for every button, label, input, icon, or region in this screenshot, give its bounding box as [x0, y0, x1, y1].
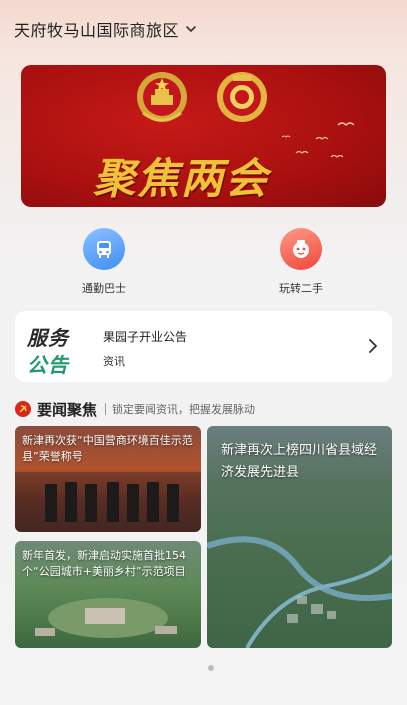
cppcc-emblem-icon: [217, 72, 267, 122]
pagination-dot[interactable]: [208, 665, 214, 671]
location-selector[interactable]: 天府牧马山国际商旅区: [14, 14, 197, 44]
banner-carousel[interactable]: 聚焦两会: [21, 65, 386, 207]
quick-action-label: 通勤巴士: [82, 282, 126, 295]
news-card[interactable]: 新年首发，新津启动实施首批154个“公园城市+美丽乡村”示范项目: [15, 541, 201, 648]
news-photo: [207, 536, 392, 648]
location-title: 天府牧马山国际商旅区: [14, 21, 180, 40]
news-headline: 新津再次上榜四川省县域经济发展先进县: [221, 443, 378, 480]
divider: [105, 403, 107, 415]
mascot-icon: [280, 228, 322, 270]
notice-title: 果园子开业公告: [103, 330, 188, 344]
banner-headline: 聚焦两会: [93, 154, 270, 203]
news-headline: 新津再次获“中国营商环境百佳示范县”荣誉称号: [22, 434, 193, 463]
quick-action-commute-bus[interactable]: 通勤巴士: [59, 228, 149, 296]
national-emblem-icon: [137, 72, 187, 122]
news-card[interactable]: 新津再次获“中国营商环境百佳示范县”荣誉称号: [15, 426, 201, 532]
birds-decoration: [281, 122, 355, 158]
logo-line-1: 服务: [27, 326, 69, 350]
quick-action-label: 玩转二手: [279, 282, 323, 295]
news-section-header: 要闻聚焦 锁定要闻资讯，把握发展脉动: [15, 398, 255, 420]
notice-category: 资讯: [103, 355, 125, 368]
bus-icon: [83, 228, 125, 270]
quick-action-second-hand[interactable]: 玩转二手: [256, 228, 346, 296]
party-emblem-icon: [15, 401, 31, 417]
section-subtitle: 锁定要闻资讯，把握发展脉动: [112, 403, 256, 416]
chevron-right-icon: [369, 339, 377, 353]
chevron-down-icon: [186, 26, 196, 32]
section-title: 要闻聚焦: [37, 400, 98, 419]
service-notice-logo: 服务 公告: [27, 322, 91, 378]
news-photo: [15, 472, 201, 532]
logo-line-2: 公告: [27, 353, 69, 377]
news-photo: [35, 598, 177, 638]
news-headline: 新年首发，新津启动实施首批154个“公园城市+美丽乡村”示范项目: [22, 549, 186, 578]
news-card[interactable]: 新津再次上榜四川省县域经济发展先进县: [207, 426, 392, 648]
service-notice-card[interactable]: 服务 公告 果园子开业公告 资讯: [15, 311, 392, 382]
